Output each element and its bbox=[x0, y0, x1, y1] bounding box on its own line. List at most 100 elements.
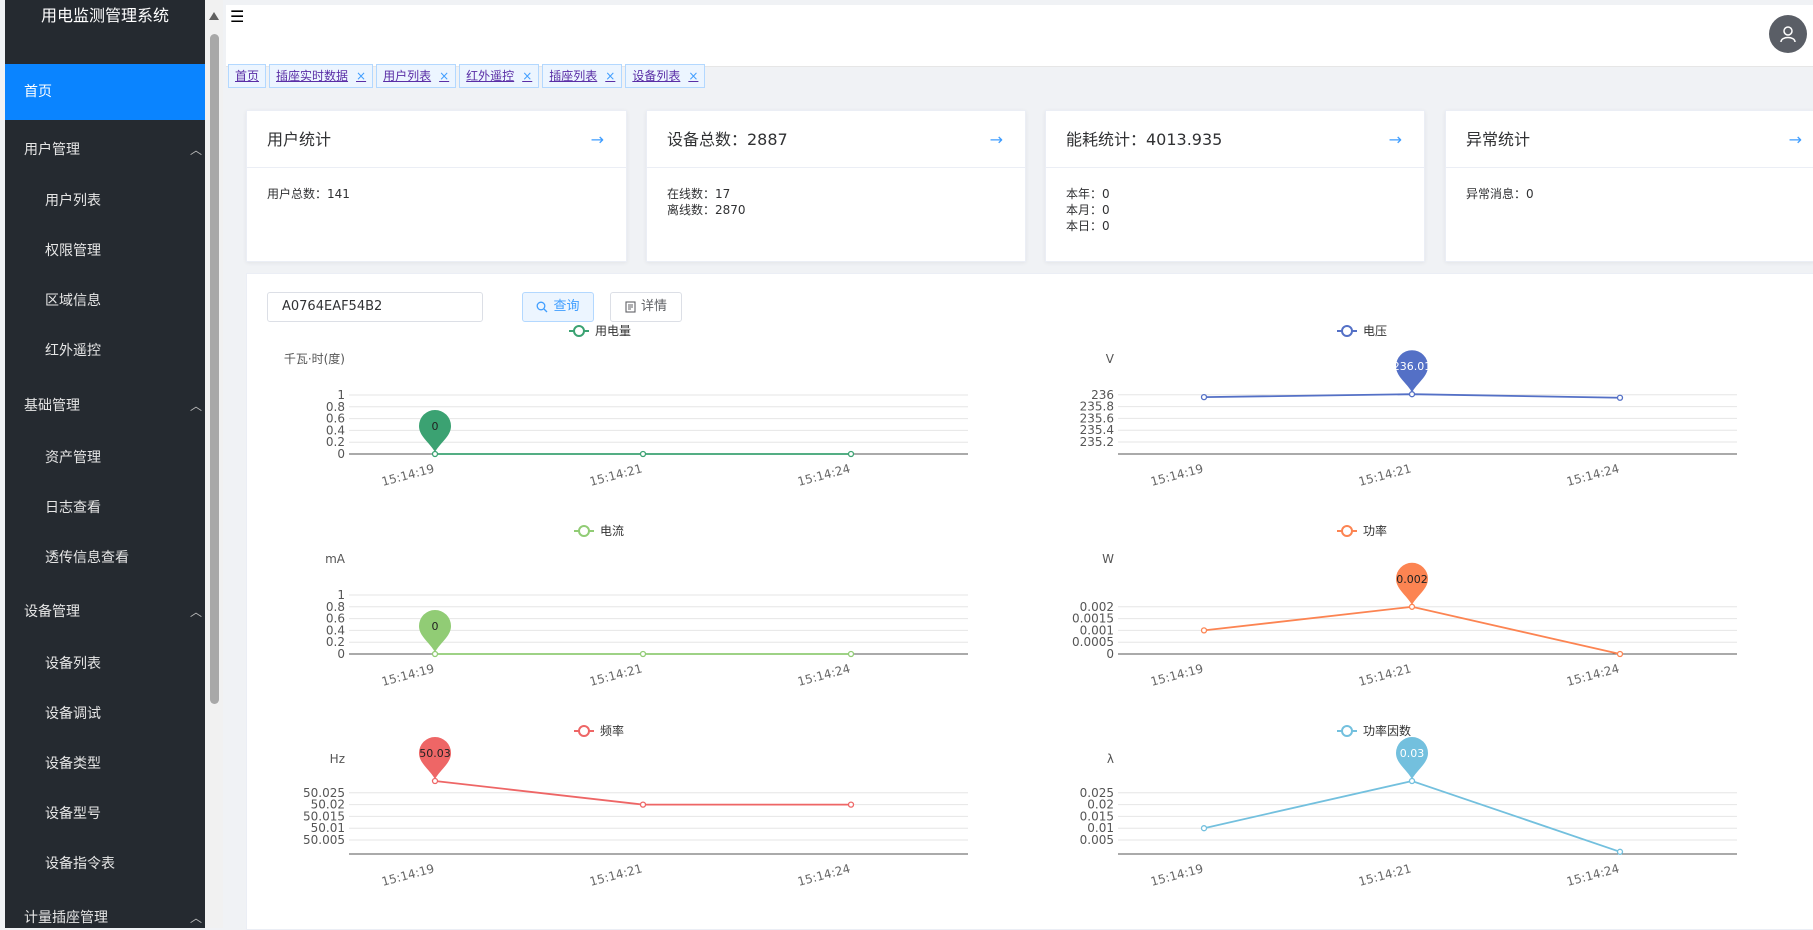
sidebar-group-metering[interactable]: 计量插座管理 ︿ bbox=[5, 890, 205, 928]
arrow-right-icon[interactable]: → bbox=[1789, 111, 1802, 169]
x-tick-label: 15:14:19 bbox=[1149, 661, 1205, 688]
data-point bbox=[431, 650, 439, 658]
card-device-total: 设备总数：2887 → 在线数：17 离线数：2870 bbox=[646, 110, 1026, 262]
close-icon[interactable]: × bbox=[439, 65, 449, 87]
card-line: 在线数：17 bbox=[667, 187, 731, 201]
legend-marker bbox=[1341, 325, 1353, 337]
close-icon[interactable]: × bbox=[522, 65, 532, 87]
data-point bbox=[1200, 394, 1208, 401]
sidebar-item-home[interactable]: 首页 bbox=[5, 64, 205, 120]
legend-label: 功率因数 bbox=[1363, 723, 1411, 738]
data-point bbox=[1408, 391, 1416, 398]
tab-label: 插座实时数据 bbox=[276, 69, 349, 83]
y-tick-label: 0.002 bbox=[1080, 600, 1114, 614]
close-icon[interactable]: × bbox=[605, 65, 615, 87]
sidebar: 用电监测管理系统 首页 用户管理 ︿ 用户列表 权限管理 区域信息 红外遥控 基… bbox=[5, 0, 205, 928]
x-tick-label: 15:14:21 bbox=[1357, 461, 1413, 488]
sidebar-group-label: 基础管理 bbox=[24, 398, 80, 414]
card-line: 异常消息：0 bbox=[1466, 187, 1534, 201]
tab-label: 用户列表 bbox=[383, 69, 432, 83]
tab-user-list[interactable]: 用户列表 × bbox=[376, 64, 457, 88]
max-pin-label: 50.03 bbox=[419, 747, 451, 760]
legend-marker bbox=[573, 325, 585, 337]
user-icon[interactable] bbox=[1769, 15, 1807, 53]
y-axis-label: Hz bbox=[330, 752, 345, 766]
chevron-up-icon: ︿ bbox=[189, 143, 202, 157]
sidebar-item-device-type[interactable]: 设备类型 bbox=[5, 739, 205, 789]
max-pin-label: 236.01 bbox=[1393, 360, 1432, 373]
card-title: 异常统计 bbox=[1466, 130, 1531, 149]
x-tick-label: 15:14:24 bbox=[796, 461, 852, 488]
tab-home[interactable]: 首页 bbox=[228, 64, 267, 88]
y-tick-label: 50.025 bbox=[303, 786, 345, 800]
sidebar-item-ir-remote[interactable]: 红外遥控 bbox=[5, 326, 205, 376]
legend-label: 用电量 bbox=[595, 324, 631, 338]
sidebar-item-permissions[interactable]: 权限管理 bbox=[5, 226, 205, 276]
close-icon[interactable]: × bbox=[356, 65, 366, 87]
y-tick-label: 0.025 bbox=[1080, 786, 1114, 800]
y-axis-label: V bbox=[1106, 352, 1115, 366]
legend-marker bbox=[578, 525, 590, 537]
data-point bbox=[1616, 394, 1624, 401]
x-tick-label: 15:14:24 bbox=[796, 661, 852, 688]
card-title: 用户统计 bbox=[267, 130, 332, 149]
x-tick-label: 15:14:19 bbox=[1149, 461, 1205, 488]
x-tick-label: 15:14:19 bbox=[1149, 861, 1205, 888]
menu-icon[interactable]: ☰ bbox=[230, 7, 244, 26]
y-axis-label: 千瓦·时(度) bbox=[284, 351, 345, 366]
arrow-right-icon[interactable]: → bbox=[591, 111, 604, 169]
sidebar-scrollbar[interactable] bbox=[205, 0, 223, 928]
app-title: 用电监测管理系统 bbox=[40, 6, 169, 25]
card-line: 用户总数：141 bbox=[267, 187, 350, 201]
data-point bbox=[639, 650, 647, 658]
y-tick-label: 236 bbox=[1091, 388, 1114, 402]
scroll-thumb[interactable] bbox=[210, 34, 219, 704]
sidebar-group-label: 设备管理 bbox=[24, 604, 80, 620]
sidebar-group-basic[interactable]: 基础管理 ︿ bbox=[5, 378, 205, 434]
sidebar-item-logs[interactable]: 日志查看 bbox=[5, 483, 205, 533]
sidebar-item-device-model[interactable]: 设备型号 bbox=[5, 789, 205, 839]
sidebar-item-device-commands[interactable]: 设备指令表 bbox=[5, 839, 205, 889]
data-point bbox=[431, 450, 439, 458]
data-point bbox=[847, 450, 855, 458]
card-line: 本月：0 bbox=[1066, 203, 1110, 217]
x-tick-label: 15:14:21 bbox=[1357, 661, 1413, 688]
tab-label: 插座列表 bbox=[549, 69, 598, 83]
sidebar-group-user[interactable]: 用户管理 ︿ bbox=[5, 122, 205, 178]
data-point bbox=[1408, 777, 1416, 785]
data-point bbox=[639, 450, 647, 458]
chevron-up-icon: ︿ bbox=[189, 399, 202, 413]
sidebar-group-device[interactable]: 设备管理 ︿ bbox=[5, 584, 205, 640]
top-header: ☰ bbox=[226, 5, 1813, 67]
sidebar-item-passthrough[interactable]: 透传信息查看 bbox=[5, 533, 205, 583]
data-point bbox=[847, 650, 855, 658]
sidebar-item-device-debug[interactable]: 设备调试 bbox=[5, 689, 205, 739]
card-line: 本年：0 bbox=[1066, 187, 1110, 201]
x-tick-label: 15:14:21 bbox=[588, 661, 644, 688]
legend-marker bbox=[1341, 725, 1353, 737]
tab-device-list[interactable]: 设备列表 × bbox=[625, 64, 706, 88]
data-point bbox=[1616, 650, 1624, 658]
tab-bar: 首页 插座实时数据 × 用户列表 × 红外遥控 × 插座列表 × 设备列表 × bbox=[228, 64, 706, 88]
legend-label: 电流 bbox=[600, 524, 624, 538]
y-tick-label: 1 bbox=[337, 588, 345, 602]
arrow-right-icon[interactable]: → bbox=[1389, 111, 1402, 169]
tab-ir-remote[interactable]: 红外遥控 × bbox=[459, 64, 540, 88]
close-icon[interactable]: × bbox=[688, 65, 698, 87]
tab-label: 红外遥控 bbox=[466, 69, 515, 83]
card-energy-stats: 能耗统计：4013.935 → 本年：0 本月：0 本日：0 bbox=[1045, 110, 1425, 262]
arrow-right-icon[interactable]: → bbox=[990, 111, 1003, 169]
sidebar-item-region[interactable]: 区域信息 bbox=[5, 276, 205, 326]
sidebar-group-label: 用户管理 bbox=[24, 142, 80, 158]
sidebar-item-device-list[interactable]: 设备列表 bbox=[5, 639, 205, 689]
tab-socket-realtime[interactable]: 插座实时数据 × bbox=[269, 64, 374, 88]
card-title: 设备总数：2887 bbox=[667, 130, 788, 149]
tab-socket-list[interactable]: 插座列表 × bbox=[542, 64, 623, 88]
max-pin-label: 0.002 bbox=[1396, 573, 1428, 586]
data-point bbox=[847, 801, 855, 808]
sidebar-item-user-list[interactable]: 用户列表 bbox=[5, 176, 205, 226]
sidebar-item-assets[interactable]: 资产管理 bbox=[5, 433, 205, 483]
scroll-up-arrow[interactable] bbox=[209, 12, 219, 20]
data-point bbox=[1616, 848, 1624, 855]
card-user-stats: 用户统计 → 用户总数：141 bbox=[246, 110, 627, 262]
